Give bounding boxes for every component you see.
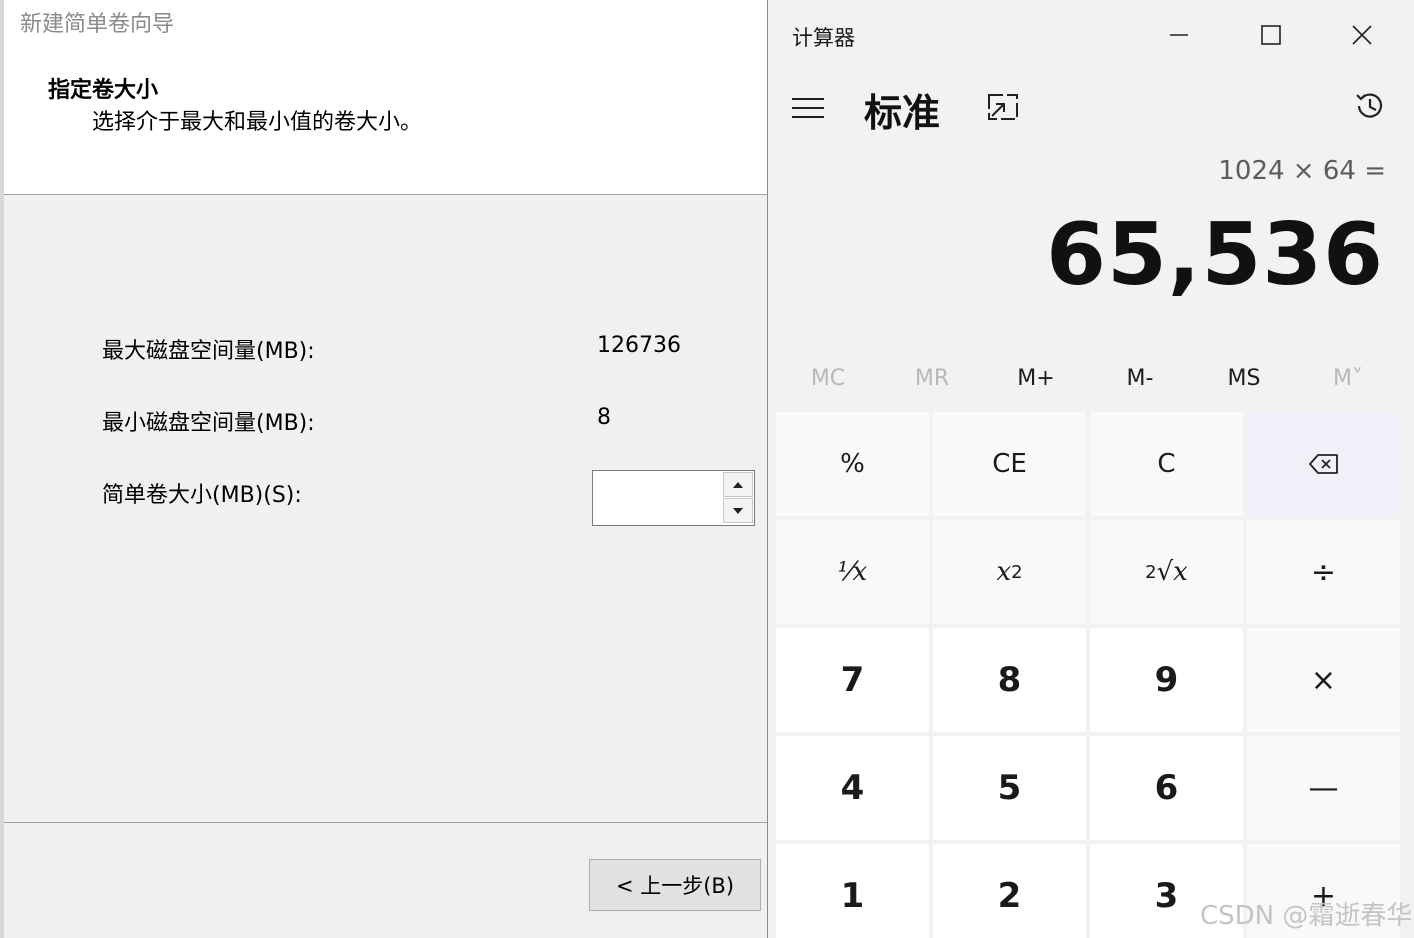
square-exponent: 2 — [1011, 561, 1023, 583]
digit-8-button[interactable]: 8 — [933, 628, 1086, 732]
spin-up-button[interactable] — [723, 472, 753, 497]
memory-list-button[interactable]: M˅ — [1296, 358, 1400, 398]
close-button[interactable] — [1339, 14, 1385, 56]
memory-row: MC MR M+ M- MS M˅ — [776, 358, 1404, 398]
digit-1-button[interactable]: 1 — [776, 844, 929, 938]
digit-7-label: 7 — [840, 660, 865, 700]
digit-2-label: 2 — [997, 876, 1022, 916]
digit-2-button[interactable]: 2 — [933, 844, 1086, 938]
spin-down-button[interactable] — [723, 498, 753, 523]
wizard-header: 新建简单卷向导 指定卷大小 选择介于最大和最小值的卷大小。 — [4, 0, 770, 195]
digit-4-label: 4 — [840, 768, 865, 808]
square-root-label: √x — [1156, 557, 1188, 587]
digit-9-label: 9 — [1154, 660, 1179, 700]
expression-display: 1024 × 64 = — [1218, 156, 1386, 186]
clear-label: C — [1157, 449, 1176, 479]
navigation-menu-button[interactable] — [792, 95, 826, 121]
wizard-subheading: 选择介于最大和最小值的卷大小。 — [92, 110, 423, 135]
backspace-icon — [1308, 454, 1338, 474]
arrow-up-icon — [733, 481, 743, 488]
result-display: 65,536 — [1046, 205, 1384, 305]
percent-button[interactable]: % — [776, 412, 929, 516]
hamburger-icon — [792, 98, 824, 118]
keypad: % CE C ⅟x x2 2 √x ÷ 7 8 9 × 4 5 6 — 1 2 3… — [776, 412, 1406, 938]
percent-label: % — [840, 449, 865, 479]
calculator-title: 计算器 — [792, 26, 855, 50]
memory-store-button[interactable]: MS — [1192, 358, 1296, 398]
digit-5-button[interactable]: 5 — [933, 736, 1086, 840]
square-button[interactable]: x2 — [933, 520, 1086, 624]
memory-add-button[interactable]: M+ — [984, 358, 1088, 398]
max-space-label: 最大磁盘空间量(MB): — [102, 339, 315, 364]
min-space-label: 最小磁盘空间量(MB): — [102, 411, 315, 436]
square-label: x — [996, 557, 1012, 587]
max-space-value: 126736 — [597, 333, 681, 358]
square-root-button[interactable]: 2 √x — [1090, 520, 1243, 624]
digit-3-label: 3 — [1154, 876, 1179, 916]
minimize-icon — [1170, 34, 1188, 36]
watermark: CSDN @霜逝春华 — [1200, 901, 1413, 931]
calculator-window: 计算器 标准 1024 × 64 = 65,536 MC MR M+ M- MS… — [767, 0, 1414, 938]
root-index: 2 — [1145, 561, 1157, 583]
reciprocal-button[interactable]: ⅟x — [776, 520, 929, 624]
digit-1-label: 1 — [840, 876, 865, 916]
maximize-icon — [1261, 25, 1281, 45]
history-button[interactable] — [1352, 88, 1388, 124]
digit-9-button[interactable]: 9 — [1090, 628, 1243, 732]
footer-divider — [4, 822, 770, 823]
keep-on-top-icon — [988, 94, 1018, 120]
minimize-button[interactable] — [1156, 14, 1202, 56]
volume-size-label: 简单卷大小(MB)(S): — [102, 483, 302, 508]
backspace-button[interactable] — [1247, 412, 1400, 516]
arrow-down-icon — [733, 507, 743, 514]
calculator-mode-title: 标准 — [864, 91, 941, 135]
keep-on-top-button[interactable] — [986, 92, 1022, 124]
clear-entry-label: CE — [992, 449, 1027, 479]
back-button[interactable]: < 上一步(B) — [589, 859, 761, 911]
divide-button[interactable]: ÷ — [1247, 520, 1400, 624]
memory-recall-button[interactable]: MR — [880, 358, 984, 398]
subtract-button[interactable]: — — [1247, 736, 1400, 840]
volume-size-input[interactable] — [593, 471, 721, 525]
maximize-button[interactable] — [1248, 14, 1294, 56]
digit-8-label: 8 — [997, 660, 1022, 700]
divide-label: ÷ — [1310, 554, 1337, 590]
clear-entry-button[interactable]: CE — [933, 412, 1086, 516]
volume-wizard-window: 新建简单卷向导 指定卷大小 选择介于最大和最小值的卷大小。 最大磁盘空间量(MB… — [0, 0, 770, 938]
wizard-title: 新建简单卷向导 — [20, 12, 175, 37]
subtract-label: — — [1308, 770, 1339, 806]
digit-5-label: 5 — [997, 768, 1022, 808]
digit-7-button[interactable]: 7 — [776, 628, 929, 732]
volume-size-spinner — [592, 470, 755, 526]
digit-6-button[interactable]: 6 — [1090, 736, 1243, 840]
history-icon — [1356, 93, 1383, 118]
wizard-heading: 指定卷大小 — [48, 78, 159, 103]
close-icon — [1352, 25, 1372, 45]
memory-subtract-button[interactable]: M- — [1088, 358, 1192, 398]
digit-6-label: 6 — [1154, 768, 1179, 808]
multiply-button[interactable]: × — [1247, 628, 1400, 732]
multiply-label: × — [1310, 662, 1337, 698]
digit-4-button[interactable]: 4 — [776, 736, 929, 840]
clear-button[interactable]: C — [1090, 412, 1243, 516]
reciprocal-label: ⅟x — [837, 557, 868, 587]
memory-clear-button[interactable]: MC — [776, 358, 880, 398]
min-space-value: 8 — [597, 405, 611, 430]
